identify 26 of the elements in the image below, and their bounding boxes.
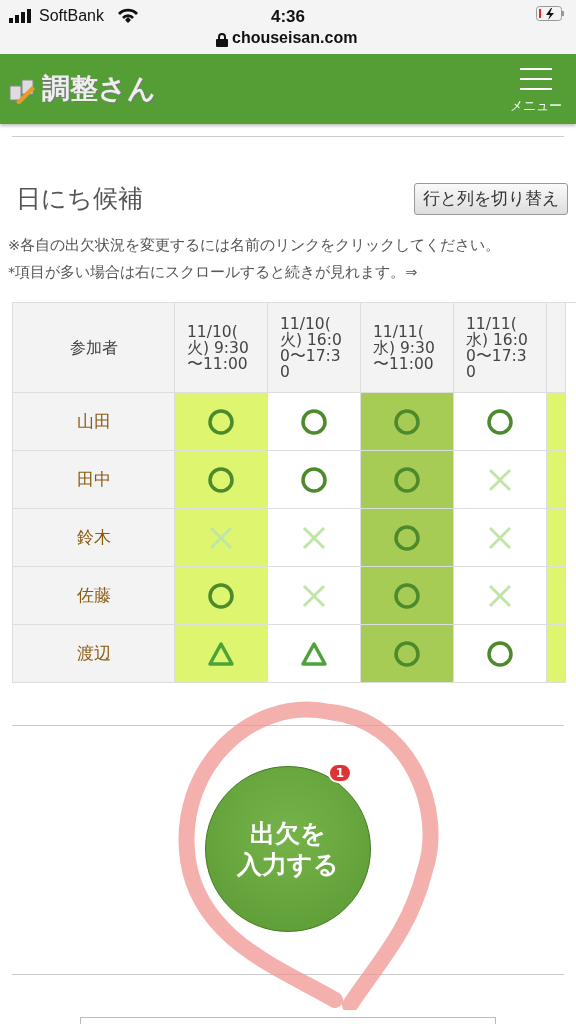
participant-link[interactable]: 鈴木 — [76, 524, 111, 551]
section-title: 日にち候補 — [16, 183, 143, 214]
participant-link[interactable]: 渡辺 — [76, 640, 111, 667]
column-header: 11/11( 水) 9:30 〜11:00 — [361, 303, 454, 393]
notification-badge: 1 — [327, 763, 352, 783]
menu-button[interactable]: メニュー — [504, 65, 568, 113]
answer-button[interactable]: 出欠を 入力する 1 — [205, 766, 371, 932]
wifi-icon — [117, 7, 139, 23]
toggle-button[interactable]: 行と列を切り替え — [414, 183, 568, 215]
column-header: 11/10( 火) 9:30 〜11:00 — [175, 303, 268, 393]
participant-link[interactable]: 田中 — [76, 466, 111, 493]
participant-link[interactable]: 佐藤 — [76, 582, 111, 609]
logo-text[interactable]: 調整さん — [42, 68, 156, 110]
carrier-name: SoftBank — [39, 6, 104, 26]
column-header: 参加者 — [69, 339, 118, 356]
signal-icon — [9, 9, 33, 23]
column-header: 11/11( 水) 16:0 0〜17:3 0 — [454, 303, 547, 393]
status-time: 4:36 — [270, 6, 306, 28]
column-header: 11/10( 火) 16:0 0〜17:3 0 — [268, 303, 361, 393]
participant-link[interactable]: 山田 — [76, 408, 111, 435]
url-text[interactable]: chouseisan.com — [232, 26, 358, 50]
lock-icon — [216, 33, 228, 47]
note-text: *項目が多い場合は右にスクロールすると続きが見れます。⇒ — [8, 263, 419, 283]
menu-icon — [520, 66, 552, 91]
battery-icon — [536, 6, 566, 22]
note-text: ※各自の出欠状況を変更するには名前のリンクをクリックしてください。 — [8, 235, 502, 255]
